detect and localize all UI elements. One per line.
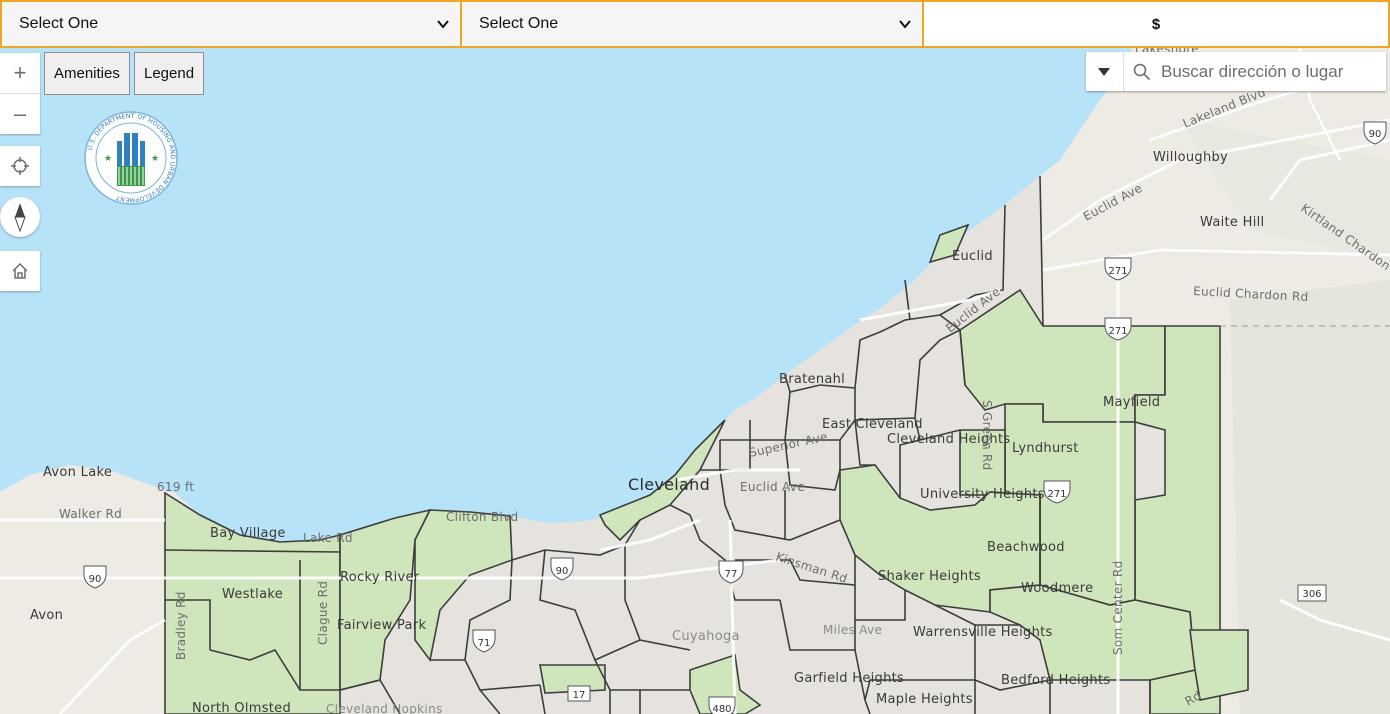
interstate-shield: 271 bbox=[1104, 317, 1132, 341]
compass-icon bbox=[14, 203, 26, 232]
label-clague: Clague Rd bbox=[316, 581, 330, 645]
shield-71: 71 bbox=[478, 638, 491, 649]
label-bay-village: Bay Village bbox=[210, 526, 286, 541]
label-som-center: Som Center Rd bbox=[1111, 560, 1125, 655]
shield-77: 77 bbox=[725, 569, 738, 580]
label-bratenahl: Bratenahl bbox=[779, 372, 845, 387]
shield-90-nw: 90 bbox=[1369, 129, 1382, 140]
label-cleveland: Cleveland bbox=[628, 475, 710, 494]
search-icon bbox=[1133, 63, 1151, 80]
label-willoughby: Willoughby bbox=[1153, 150, 1228, 165]
label-beachwood: Beachwood bbox=[987, 540, 1065, 555]
label-avon-lake: Avon Lake bbox=[43, 465, 112, 480]
label-westlake: Westlake bbox=[222, 587, 283, 602]
shield-90-city: 90 bbox=[556, 566, 569, 577]
label-clifton: Clifton Blvd bbox=[446, 510, 518, 524]
zoom-controls: + – bbox=[0, 53, 40, 134]
shield-271-c: 271 bbox=[1047, 489, 1066, 500]
label-euclid-ave-city: Euclid Ave bbox=[740, 480, 805, 494]
shield-271-b: 271 bbox=[1108, 326, 1127, 337]
crosshair-icon bbox=[11, 157, 29, 175]
shield-306: 306 bbox=[1302, 589, 1321, 600]
label-cleveland-hopkins: Cleveland Hopkins bbox=[326, 702, 443, 714]
label-woodmere: Woodmere bbox=[1021, 581, 1093, 596]
label-walker-rd: Walker Rd bbox=[59, 507, 122, 521]
label-mayfield: Mayfield bbox=[1103, 395, 1160, 410]
label-avon: Avon bbox=[30, 608, 63, 623]
label-north-olmsted: North Olmsted bbox=[192, 701, 291, 714]
filter-bar: Select One Select One $ bbox=[0, 0, 1390, 48]
label-cuyahoga: Cuyahoga bbox=[672, 629, 740, 644]
filter-select-2-value: Select One bbox=[479, 15, 559, 32]
search-input[interactable] bbox=[1161, 52, 1386, 91]
filter-select-2[interactable]: Select One bbox=[462, 0, 924, 48]
label-lake-rd: Lake Rd bbox=[303, 531, 353, 545]
label-miles-ave: Miles Ave bbox=[823, 623, 882, 637]
price-symbol: $ bbox=[1151, 15, 1161, 33]
route-shield: 17 bbox=[567, 685, 591, 702]
zoom-out-button[interactable]: – bbox=[0, 93, 40, 134]
label-elevation: 619 ft bbox=[157, 480, 194, 494]
label-university-heights: University Heights bbox=[920, 487, 1045, 502]
label-garfield: Garfield Heights bbox=[794, 671, 904, 686]
label-shaker-heights: Shaker Heights bbox=[878, 569, 981, 584]
label-waite-hill: Waite Hill bbox=[1200, 215, 1264, 230]
shield-90-w: 90 bbox=[89, 574, 102, 585]
label-warrensville: Warrensville Heights bbox=[913, 625, 1053, 640]
terrain-shade bbox=[1230, 280, 1390, 714]
label-bradley: Bradley Rd bbox=[174, 591, 188, 660]
map-view[interactable]: Willoughby Waite Hill Lakeland Blvd Kirt… bbox=[0, 48, 1390, 714]
plus-icon: + bbox=[13, 60, 27, 85]
route-shield: 306 bbox=[1297, 584, 1327, 602]
amenities-button[interactable]: Amenities bbox=[44, 52, 130, 95]
label-maple-heights: Maple Heights bbox=[876, 692, 973, 707]
label-rocky-river: Rocky River bbox=[340, 570, 420, 585]
shield-480: 480 bbox=[712, 704, 731, 714]
label-euclid: Euclid bbox=[952, 249, 993, 264]
home-icon bbox=[12, 262, 28, 279]
hud-logo: U.S. DEPARTMENT OF HOUSING AND URBAN DEV… bbox=[84, 111, 178, 205]
filter-select-1-value: Select One bbox=[19, 15, 99, 32]
label-east-cleveland: East Cleveland bbox=[822, 417, 923, 432]
label-lyndhurst: Lyndhurst bbox=[1012, 441, 1079, 456]
interstate-shield: 480 bbox=[708, 696, 736, 714]
filter-select-1[interactable]: Select One bbox=[0, 0, 462, 48]
label-bedford-heights: Bedford Heights bbox=[1001, 673, 1110, 688]
star-icon: ★ bbox=[151, 154, 159, 164]
legend-button[interactable]: Legend bbox=[134, 52, 205, 95]
shield-271-a: 271 bbox=[1108, 266, 1127, 277]
caret-down-icon bbox=[1098, 67, 1111, 76]
shield-17: 17 bbox=[573, 690, 586, 701]
search-widget bbox=[1086, 52, 1386, 91]
interstate-shield: 271 bbox=[1104, 257, 1132, 281]
interstate-shield: 271 bbox=[1043, 480, 1071, 504]
basemap: Willoughby Waite Hill Lakeland Blvd Kirt… bbox=[0, 48, 1390, 714]
star-icon: ★ bbox=[104, 154, 112, 164]
minus-icon: – bbox=[13, 101, 27, 126]
chevron-down-icon bbox=[437, 20, 449, 29]
price-filter[interactable]: $ bbox=[924, 0, 1390, 48]
label-green-rd: S Green Rd bbox=[980, 400, 994, 471]
locate-button[interactable] bbox=[0, 146, 40, 186]
zoom-in-button[interactable]: + bbox=[0, 53, 40, 93]
home-button[interactable] bbox=[0, 251, 40, 291]
search-source-dropdown[interactable] bbox=[1086, 52, 1124, 91]
compass-button[interactable] bbox=[0, 197, 40, 237]
label-fairview-park: Fairview Park bbox=[337, 618, 426, 633]
chevron-down-icon bbox=[899, 20, 911, 29]
